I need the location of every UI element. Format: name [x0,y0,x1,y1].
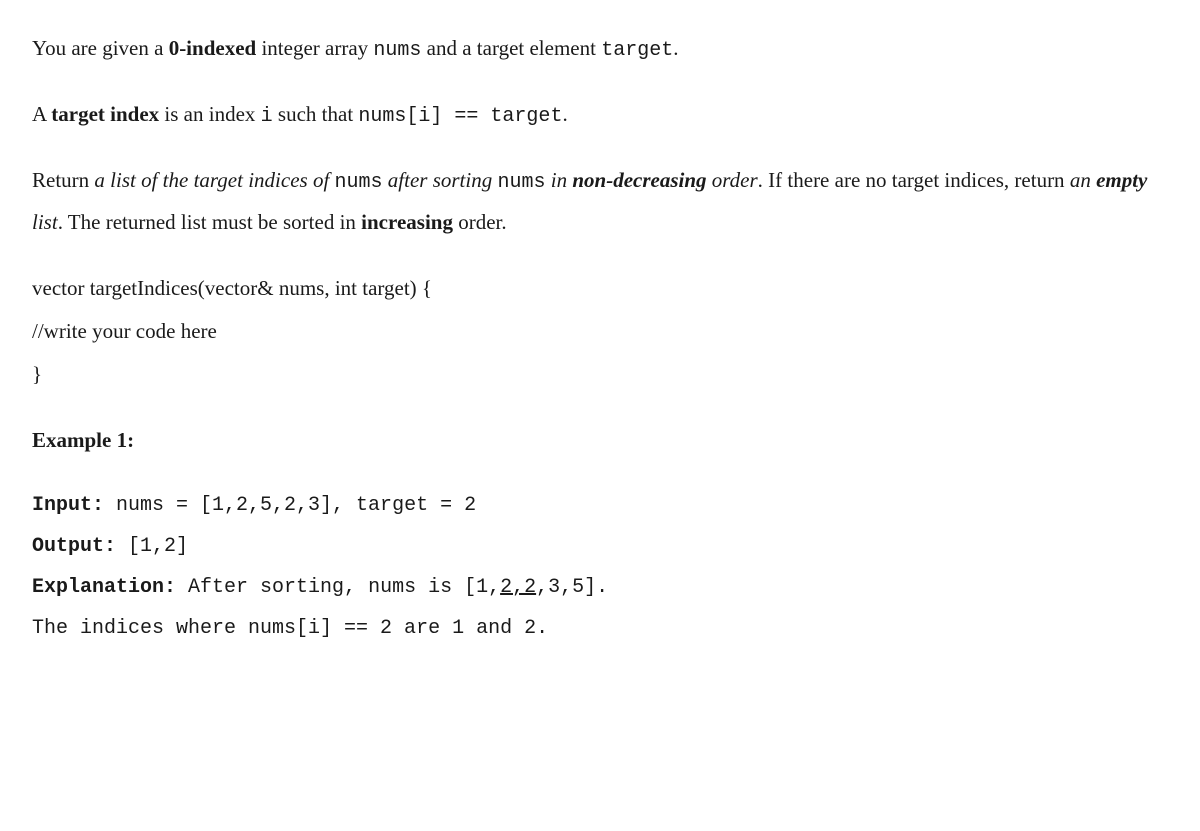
text: Return [32,168,94,192]
output-label: Output: [32,535,116,558]
text: . [562,102,567,126]
input-value: nums = [1,2,5,2,3], target = 2 [104,494,476,517]
text: and a target element [421,36,601,60]
italic-text: in [546,168,573,192]
italic-text: list [32,210,58,234]
code-text: nums[i] == target [358,105,562,128]
text: order. [453,210,507,234]
code-text: nums [373,39,421,62]
text: such that [273,102,359,126]
explanation-label: Explanation: [32,576,176,599]
example-explanation-line-2: The indices where nums[i] == 2 are 1 and… [32,608,1168,649]
signature-line-3: } [32,353,1168,396]
bold-text: 0-indexed [169,36,257,60]
explanation-text: ,3,5]. [536,576,608,599]
bold-italic-text: empty [1096,168,1147,192]
bold-text: increasing [361,210,453,234]
text: . [673,36,678,60]
text: . If there are no target indices, return [758,168,1070,192]
text: You are given a [32,36,169,60]
paragraph-1: You are given a 0-indexed integer array … [32,28,1168,70]
code-text: i [261,105,273,128]
paragraph-2: A target index is an index i such that n… [32,94,1168,136]
bold-italic-text: non-decreasing [572,168,706,192]
code-text: target [601,39,673,62]
italic-text: a list of the target indices of [94,168,334,192]
example-heading: Example 1: [32,420,1168,461]
text: is an index [159,102,260,126]
function-signature: vector targetIndices(vector& nums, int t… [32,267,1168,396]
text: . The returned list must be sorted in [58,210,361,234]
italic-text: order [707,168,758,192]
example-explanation-line-1: Explanation: After sorting, nums is [1,2… [32,567,1168,608]
italic-text: after sorting [383,168,498,192]
text: integer array [256,36,373,60]
example-block: Input: nums = [1,2,5,2,3], target = 2 Ou… [32,485,1168,649]
bold-text: target index [51,102,159,126]
signature-line-2: //write your code here [32,310,1168,353]
italic-text: an [1070,168,1096,192]
underlined-text: 2,2 [500,576,536,599]
code-text: nums [497,171,545,194]
example-input-line: Input: nums = [1,2,5,2,3], target = 2 [32,485,1168,526]
signature-line-1: vector targetIndices(vector& nums, int t… [32,267,1168,310]
output-value: [1,2] [116,535,188,558]
input-label: Input: [32,494,104,517]
text: A [32,102,51,126]
paragraph-3: Return a list of the target indices of n… [32,160,1168,243]
code-text: nums [335,171,383,194]
example-output-line: Output: [1,2] [32,526,1168,567]
explanation-text: After sorting, nums is [1, [176,576,500,599]
